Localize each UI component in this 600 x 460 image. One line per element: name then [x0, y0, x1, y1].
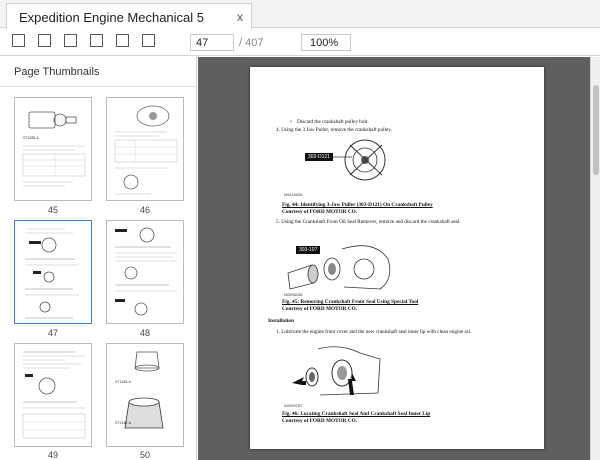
zoom-input[interactable]: 100% [301, 34, 351, 51]
figure-45-id: N0058156 [284, 292, 303, 297]
figure-46-credit: Courtesy of FORD MOTOR CO. [282, 418, 358, 424]
figure-45-credit: Courtesy of FORD MOTOR CO. [282, 306, 358, 312]
tool-button-6[interactable] [142, 34, 155, 47]
step-1-text: 1. Lubricate the engine front cover and … [276, 329, 472, 335]
page-number-input[interactable]: 47 [190, 34, 234, 51]
figure-44-title: Fig. 44: Identifying 3-Jaw Puller (303-D… [282, 202, 433, 208]
figure-44-credit: Courtesy of FORD MOTOR CO. [282, 209, 358, 215]
thumbnail-page-50[interactable]: ST1186-A ST2161-A [106, 343, 184, 447]
tool-button-2[interactable] [38, 34, 51, 47]
thumbnail-label-45: 45 [47, 205, 58, 215]
thumbnail-page-46-image [114, 105, 178, 195]
thumbnail-page-45[interactable]: ST1285-A [14, 97, 92, 201]
thumbnail-page-47-image [25, 228, 79, 319]
step-5-text: 5. Using the Crankshaft Front Oil Seal R… [276, 219, 461, 225]
thumbnail-label-49: 49 [47, 450, 58, 460]
document-viewer[interactable]: • Discard the crankshaft pulley bolt. 4.… [198, 57, 590, 460]
thumbnail-sidebar: Page Thumbnails ST1285-A 45 46 47 48 49 … [0, 57, 197, 460]
figure-46-illustration [292, 346, 381, 396]
vertical-scrollbar[interactable] [590, 57, 600, 460]
figure-45-title: Fig. 45: Removing Crankshaft Front Seal … [282, 299, 419, 305]
thumbnail-page-48-image [115, 227, 177, 316]
figure-46-id: A0029787 [284, 403, 303, 408]
tool-button-3[interactable] [64, 34, 77, 47]
thumbnail-label-46: 46 [139, 205, 150, 215]
figure-44-id: N0010026 [284, 192, 303, 197]
thumbnail-label-48: 48 [139, 328, 150, 338]
thumbnail-page-50-image [124, 351, 164, 429]
thumbnail-page-48[interactable] [106, 220, 184, 324]
tool-button-5[interactable] [116, 34, 129, 47]
figure-46-title: Fig. 46: Locating Crankshaft Seal And Cr… [282, 411, 431, 417]
toolbar: 47 / 407 100% [0, 29, 600, 56]
close-icon[interactable]: x [237, 10, 243, 24]
thumbnail-label-47: 47 [47, 328, 58, 338]
thumbnail-page-47[interactable] [14, 220, 92, 324]
thumb-45-code: ST1285-A [23, 136, 39, 140]
page-total: / 407 [239, 37, 264, 49]
thumbnail-page-49-image [22, 351, 86, 439]
tool-tag-303-d121: 303-D121 [305, 153, 333, 161]
bullet-marker: • [290, 119, 292, 125]
thumbnail-page-46[interactable] [106, 97, 184, 201]
bullet-text: Discard the crankshaft pulley bolt. [297, 119, 369, 125]
pdf-page: • Discard the crankshaft pulley bolt. 4.… [250, 67, 544, 449]
thumb-50-code-2: ST2161-A [115, 421, 132, 425]
thumbnail-page-45-image [22, 111, 86, 187]
tool-tag-303-107: 303-107 [296, 246, 321, 254]
sidebar-title: Page Thumbnails [14, 66, 100, 78]
scrollbar-thumb[interactable] [593, 85, 599, 175]
document-tab[interactable]: Expedition Engine Mechanical 5 x [6, 3, 252, 29]
sidebar-header: Page Thumbnails [0, 57, 196, 87]
step-4-text: 4. Using the 3 Jaw Puller, remove the cr… [276, 127, 392, 133]
section-heading: Installation [268, 318, 294, 324]
tab-bar: Expedition Engine Mechanical 5 x [0, 0, 600, 29]
thumbnail-page-49[interactable] [14, 343, 92, 447]
tab-title: Expedition Engine Mechanical 5 [19, 10, 205, 25]
tool-button-4[interactable] [90, 34, 103, 47]
thumb-50-code-1: ST1186-A [115, 380, 131, 384]
tool-button-1[interactable] [12, 34, 25, 47]
thumbnail-label-50: 50 [139, 450, 150, 460]
